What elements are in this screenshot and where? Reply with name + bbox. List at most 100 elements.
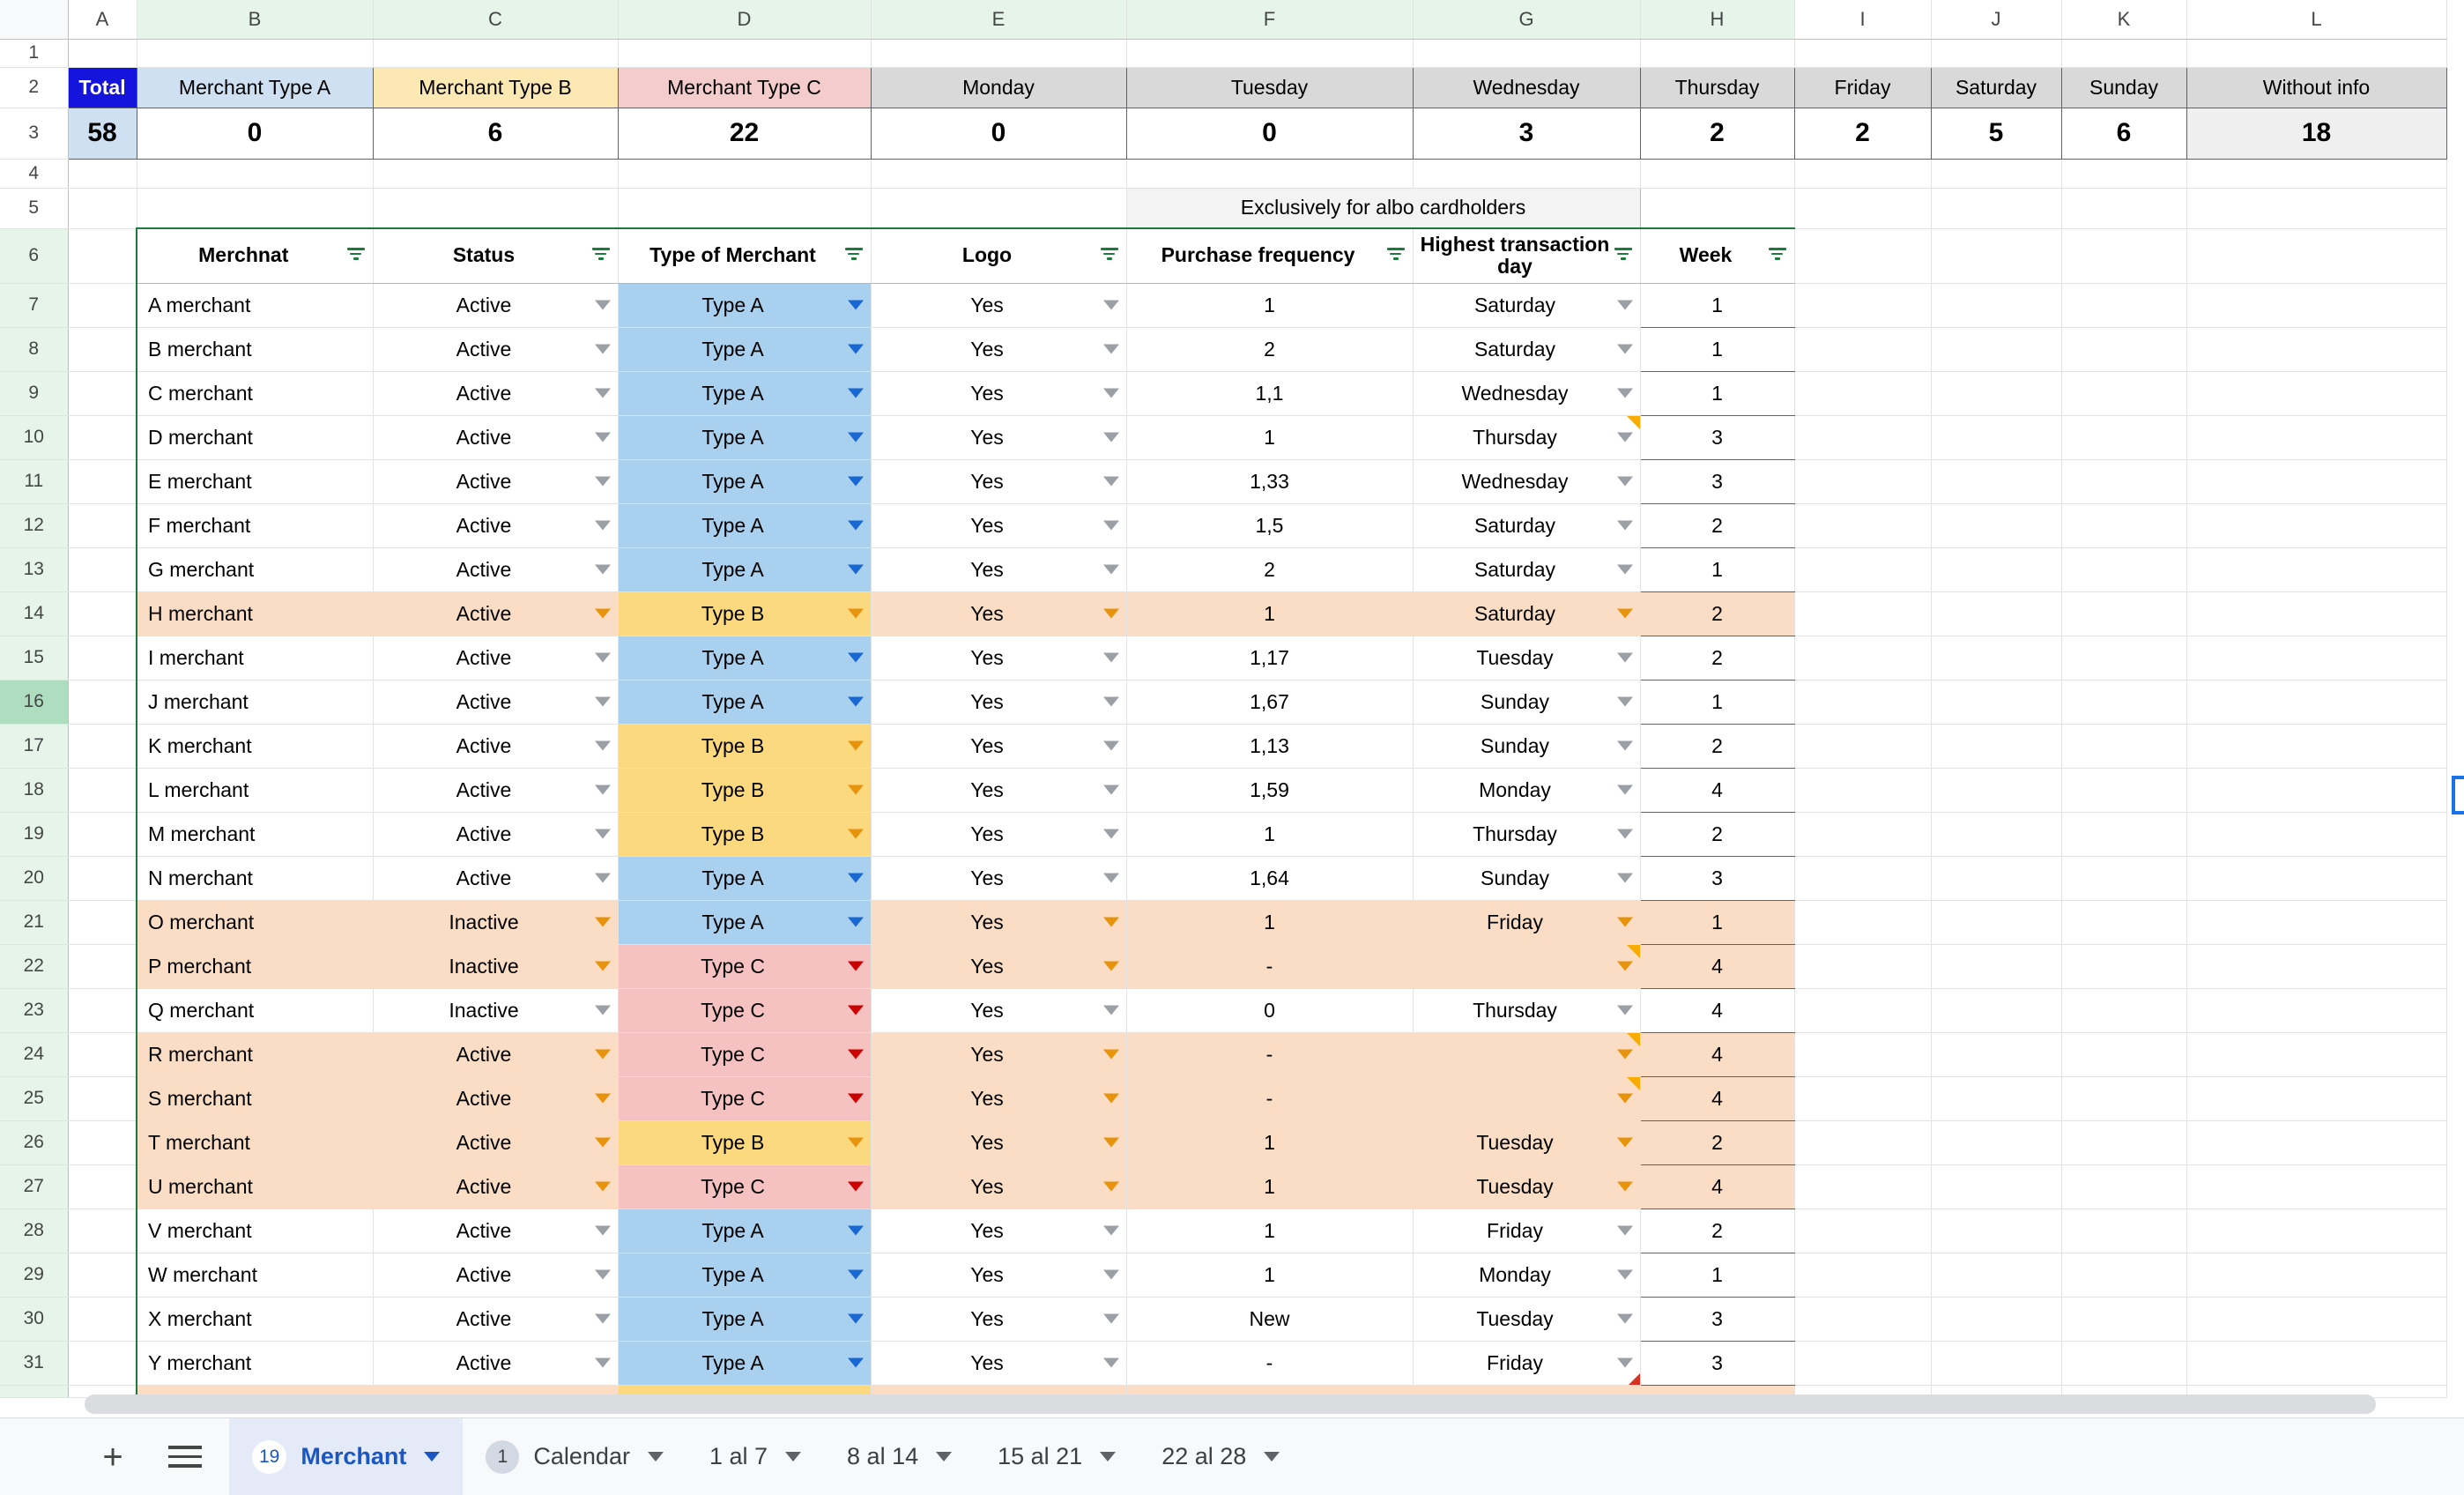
cell-empty[interactable] (1794, 944, 1932, 989)
cell-logo[interactable]: Yes (871, 856, 1127, 901)
cell-empty[interactable] (2186, 1297, 2447, 1342)
cell-type-of-merchant[interactable]: Type A (618, 1297, 872, 1342)
cell-empty[interactable] (2061, 228, 2187, 284)
cell-empty[interactable] (68, 188, 137, 229)
cell-type-of-merchant[interactable]: Type C (618, 988, 872, 1033)
cell-status[interactable]: Active (373, 1297, 619, 1342)
cell-week[interactable]: 4 (1640, 1031, 1795, 1077)
chevron-down-icon[interactable] (1102, 961, 1119, 971)
cell-highest-transaction-day[interactable]: Thursday (1413, 988, 1641, 1033)
cell-week[interactable]: 4 (1640, 1164, 1795, 1209)
cell-highest-transaction-day[interactable]: Sunday (1413, 724, 1641, 769)
cell-status[interactable]: Inactive (373, 900, 619, 945)
cell-merchant-name[interactable]: Q merchant (136, 988, 374, 1033)
cell-week[interactable]: 1 (1640, 370, 1795, 416)
table-row[interactable]: 27 U merchant Active Type C Yes 1 Tuesday 4 (0, 1164, 2447, 1209)
table-row[interactable]: 29 W merchant Active Type A Yes 1 Monday 1 (0, 1252, 2447, 1298)
cell-empty[interactable] (2186, 159, 2447, 189)
column-header-l[interactable]: L (2186, 0, 2447, 40)
column-header-e[interactable]: E (871, 0, 1127, 40)
cell-highest-transaction-day[interactable]: Friday (1413, 1341, 1641, 1386)
cell-logo[interactable]: Yes (871, 327, 1127, 372)
cell-type-of-merchant[interactable]: Type C (618, 1032, 872, 1077)
row-header-25[interactable]: 25 (0, 1076, 69, 1121)
cell-status[interactable]: Inactive (373, 988, 619, 1033)
cell-empty[interactable] (2186, 1164, 2447, 1209)
cell-empty[interactable] (1794, 188, 1932, 229)
cell-purchase-frequency[interactable]: 0 (1126, 988, 1414, 1033)
chevron-down-icon[interactable] (936, 1452, 953, 1462)
cell-week[interactable]: 1 (1640, 282, 1795, 328)
cell-empty[interactable] (1794, 1032, 1932, 1077)
cell-empty[interactable] (2061, 680, 2187, 725)
cell-highest-transaction-day[interactable] (1413, 1076, 1641, 1121)
cell-purchase-frequency[interactable]: 1 (1126, 283, 1414, 328)
cell-empty[interactable] (2186, 680, 2447, 725)
sheet-tab-8-al-14[interactable]: 8 al 14 (824, 1418, 975, 1495)
column-header-j[interactable]: J (1931, 0, 2062, 40)
cell-purchase-frequency[interactable]: 1,64 (1126, 856, 1414, 901)
cell-logo[interactable]: Yes (871, 1209, 1127, 1253)
column-header-d[interactable]: D (618, 0, 872, 40)
chevron-down-icon[interactable] (1616, 608, 1633, 619)
cell-highest-transaction-day[interactable]: Tuesday (1413, 1120, 1641, 1165)
comment-indicator-icon[interactable] (1626, 944, 1639, 958)
cell-empty[interactable] (2186, 503, 2447, 548)
filter-icon[interactable] (346, 248, 366, 264)
sheet-tab-15-al-21[interactable]: 15 al 21 (975, 1418, 1139, 1495)
cell-empty[interactable] (68, 415, 137, 460)
cell-week[interactable]: 4 (1640, 767, 1795, 813)
table-header-merchnat[interactable]: Merchnat (136, 227, 374, 284)
cell-empty[interactable] (1794, 856, 1932, 901)
chevron-down-icon[interactable] (594, 432, 611, 443)
filter-icon[interactable] (1768, 248, 1787, 264)
cell-status[interactable]: Active (373, 1120, 619, 1165)
cell-empty[interactable] (68, 1120, 137, 1165)
cell-empty[interactable] (1794, 327, 1932, 372)
cell-empty[interactable] (1931, 188, 2062, 229)
row-header-3[interactable]: 3 (0, 108, 69, 160)
cell-empty[interactable] (2061, 1341, 2187, 1386)
cell-type-of-merchant[interactable]: Type C (618, 1164, 872, 1209)
chevron-down-icon[interactable] (594, 961, 611, 971)
cell-empty[interactable] (1931, 1209, 2062, 1253)
cell-logo[interactable]: Yes (871, 1164, 1127, 1209)
cell-empty[interactable] (2061, 724, 2187, 769)
chevron-down-icon[interactable] (847, 917, 864, 927)
cell-empty[interactable] (2061, 1076, 2187, 1121)
cell-highest-transaction-day[interactable]: Monday (1413, 768, 1641, 813)
cell-empty[interactable] (68, 1032, 137, 1077)
cell-purchase-frequency[interactable]: 1 (1126, 591, 1414, 636)
cell-empty[interactable] (2061, 900, 2187, 945)
cell-empty[interactable] (2186, 1341, 2447, 1386)
cell-empty[interactable] (68, 1341, 137, 1386)
cell-empty[interactable] (2061, 944, 2187, 989)
row-header-31[interactable]: 31 (0, 1341, 69, 1386)
chevron-down-icon[interactable] (594, 1049, 611, 1060)
cell-type-of-merchant[interactable]: Type A (618, 283, 872, 328)
cell-empty[interactable] (1794, 900, 1932, 945)
chevron-down-icon[interactable] (594, 1181, 611, 1192)
table-row[interactable]: 26 T merchant Active Type B Yes 1 Tuesday 2 (0, 1119, 2447, 1165)
cell-empty[interactable] (618, 159, 872, 189)
cell-merchant-name[interactable]: J merchant (136, 680, 374, 725)
all-sheets-button[interactable] (157, 1429, 213, 1485)
cell-empty[interactable] (1931, 944, 2062, 989)
cell-type-of-merchant[interactable]: Type A (618, 680, 872, 725)
summary-value-b[interactable]: 0 (136, 107, 374, 160)
table-header-week[interactable]: Week (1640, 227, 1795, 284)
chevron-down-icon[interactable] (594, 785, 611, 795)
cell-empty[interactable] (2186, 371, 2447, 416)
row-header-16[interactable]: 16 (0, 680, 69, 725)
cell-empty[interactable] (68, 856, 137, 901)
cell-empty[interactable] (1794, 724, 1932, 769)
cell-highest-transaction-day[interactable]: Wednesday (1413, 459, 1641, 504)
cell-purchase-frequency[interactable]: 1,67 (1126, 680, 1414, 725)
cell-week[interactable]: 1 (1640, 547, 1795, 592)
chevron-down-icon[interactable] (1102, 1093, 1119, 1104)
table-row[interactable]: 12 F merchant Active Type A Yes 1,5 Saturday 2 (0, 502, 2447, 548)
table-row[interactable]: 8 B merchant Active Type A Yes 2 Saturday 1 (0, 326, 2447, 372)
cell-logo[interactable]: Yes (871, 1076, 1127, 1121)
row-header-13[interactable]: 13 (0, 547, 69, 592)
cell-empty[interactable] (68, 1297, 137, 1342)
